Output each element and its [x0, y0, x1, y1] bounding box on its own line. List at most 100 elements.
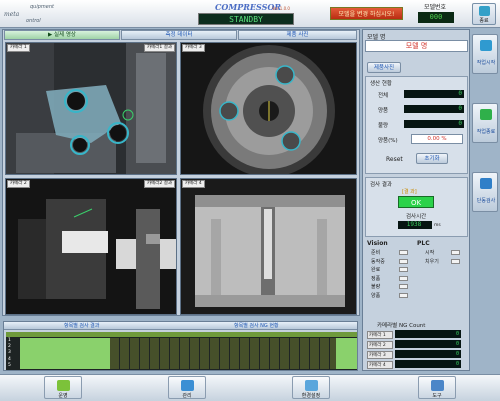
- results-table-tail-block: [336, 338, 357, 369]
- logo-text-top: quipment: [30, 4, 54, 10]
- vision-genuine-led: [399, 275, 408, 281]
- tools-label: 도구: [432, 393, 442, 399]
- plc-status-list: 시작 치우기: [425, 249, 469, 266]
- ng-count-value: 0: [395, 350, 461, 358]
- logo-text-main: meta: [4, 11, 20, 18]
- camera-2-view: 카메라 2 카메라2 결과: [5, 178, 177, 315]
- plc-item-clear: 치우기: [425, 258, 469, 267]
- results-grid-title: 항목별 검사 결과: [64, 323, 100, 329]
- camera-3-image: [181, 43, 356, 174]
- inspection-time-value: 1938: [398, 221, 432, 229]
- ng-count: 0: [404, 120, 464, 128]
- vision-done-led: [399, 267, 408, 273]
- plc-item-label: 치우기: [425, 258, 439, 265]
- reset-label: Reset: [386, 156, 403, 163]
- total-count: 0: [404, 90, 464, 98]
- vision-item-genuine: 정품: [371, 275, 417, 284]
- camera-2-result: 카메라2 결과: [144, 180, 175, 188]
- manage-label: 관리: [182, 393, 192, 399]
- camera-1-view: 카메라 1 카메라1 결과: [5, 42, 177, 175]
- vision-ready-led: [399, 250, 408, 255]
- reset-button[interactable]: 초기화: [416, 153, 448, 164]
- inspection-time-label: 검사시간: [406, 214, 427, 220]
- camera-1-label: 카메라 1: [7, 44, 30, 52]
- start-work-button[interactable]: 작업시작: [472, 34, 498, 74]
- result-title: 검사 결과: [370, 182, 392, 188]
- plc-clear-led: [451, 258, 460, 264]
- vision-item-ng: 불량: [371, 283, 417, 292]
- ng-count-label: 카메라 1: [367, 331, 393, 339]
- inspection-time-unit: ms: [434, 223, 441, 228]
- yield-value: 0.00 %: [411, 134, 463, 144]
- vision-title: Vision: [367, 240, 388, 247]
- settings-button[interactable]: 환경설정: [292, 376, 330, 399]
- ng-count-row-camera-1: 카메라 10: [367, 330, 467, 340]
- stop-icon: [480, 109, 492, 120]
- side-panel: 모델 명 모델 명 제품사진 생산 현황 전체 0 양품 0 불량 0 양품(%…: [362, 29, 470, 371]
- model-name-display: 모델 명: [365, 40, 468, 52]
- tab-live-view[interactable]: ▶ 실제 영상: [4, 30, 120, 40]
- end-work-label: 작업종료: [476, 129, 496, 135]
- production-title: 생산 현황: [370, 81, 392, 87]
- production-status-box: 생산 현황 전체 0 양품 0 불량 0 양품(%) 0.00 % Reset …: [365, 76, 468, 174]
- settings-label: 환경설정: [301, 393, 321, 399]
- play-icon: [480, 40, 492, 51]
- ng-count-title: 카메라별 NG Count: [377, 323, 426, 329]
- tools-icon: [431, 380, 444, 391]
- camera-1-image: [6, 43, 176, 174]
- vision-item-label: 불량: [371, 284, 381, 291]
- exit-label: 종료: [479, 18, 489, 24]
- model-number-display: 000: [418, 12, 454, 23]
- result-ok-indicator: OK: [398, 196, 434, 208]
- ng-count-value: 0: [395, 330, 461, 338]
- tab-product-photo[interactable]: 제품 사진: [238, 30, 357, 40]
- operate-button[interactable]: 운영: [44, 376, 82, 399]
- single-inspect-button[interactable]: 단동검사: [472, 172, 498, 212]
- ng-count-label: 카메라 4: [367, 361, 393, 369]
- plc-item-label: 시작: [425, 250, 435, 256]
- product-photo-button[interactable]: 제품사진: [367, 62, 401, 73]
- exit-button[interactable]: 종료: [472, 3, 496, 25]
- vision-item-running: 동작중: [371, 258, 417, 267]
- ng-count-label: 카메라 2: [367, 341, 393, 349]
- ng-count-value: 0: [395, 360, 461, 368]
- camera-4-image: [181, 179, 356, 314]
- total-label: 전체: [378, 93, 389, 99]
- logo-text-bottom: ontrol: [26, 18, 41, 24]
- company-logo: quipment meta ontrol: [4, 3, 64, 25]
- end-work-button[interactable]: 작업종료: [472, 103, 498, 143]
- vision-item-label: 완료: [371, 267, 381, 274]
- operate-icon: [57, 380, 70, 391]
- single-inspect-label: 단동검사: [476, 198, 496, 204]
- vision-item-label: 양품: [371, 292, 381, 299]
- tools-button[interactable]: 도구: [418, 376, 456, 399]
- vision-item-ok: 양품: [371, 292, 417, 301]
- vision-item-done: 완료: [371, 266, 417, 275]
- results-table-header-row: [6, 332, 357, 337]
- camera-2-label: 카메라 2: [7, 180, 30, 188]
- results-table-ok-block: [20, 338, 110, 369]
- results-grid-header: 항목별 검사 결과 항목별 검사 NG 현황: [4, 322, 357, 330]
- ok-label: 양품: [378, 108, 389, 114]
- manage-button[interactable]: 관리: [168, 376, 206, 399]
- results-grid-panel: 항목별 검사 결과 항목별 검사 NG 현황 1 2 3 4 5: [3, 321, 358, 371]
- camera-3-label: 카메라 3: [182, 44, 205, 52]
- ng-status-title: 항목별 검사 NG 현황: [234, 323, 279, 329]
- ng-count-row-camera-4: 카메라 40: [367, 360, 467, 370]
- exit-icon: [479, 6, 490, 16]
- ng-count-list: 카메라 10 카메라 20 카메라 30 카메라 40: [367, 330, 467, 370]
- vision-item-label: 준비: [371, 250, 381, 256]
- results-table: 1 2 3 4 5: [6, 332, 357, 370]
- model-number-label: 모델번호: [423, 4, 447, 11]
- camera-2-image: [6, 179, 176, 314]
- model-change-warning-button[interactable]: 모델을 변경 하십시오!: [330, 7, 403, 20]
- tab-measure-data[interactable]: 측정 데이터: [121, 30, 237, 40]
- ok-count: 0: [404, 105, 464, 113]
- operate-label: 운영: [58, 393, 68, 399]
- ng-label: 불량: [378, 123, 389, 129]
- ng-count-row-camera-3: 카메라 30: [367, 350, 467, 360]
- result-tag: [결 과]: [402, 189, 417, 195]
- pause-icon: [480, 178, 492, 189]
- vision-item-label: 정품: [371, 275, 381, 282]
- vision-ok-led: [399, 292, 408, 298]
